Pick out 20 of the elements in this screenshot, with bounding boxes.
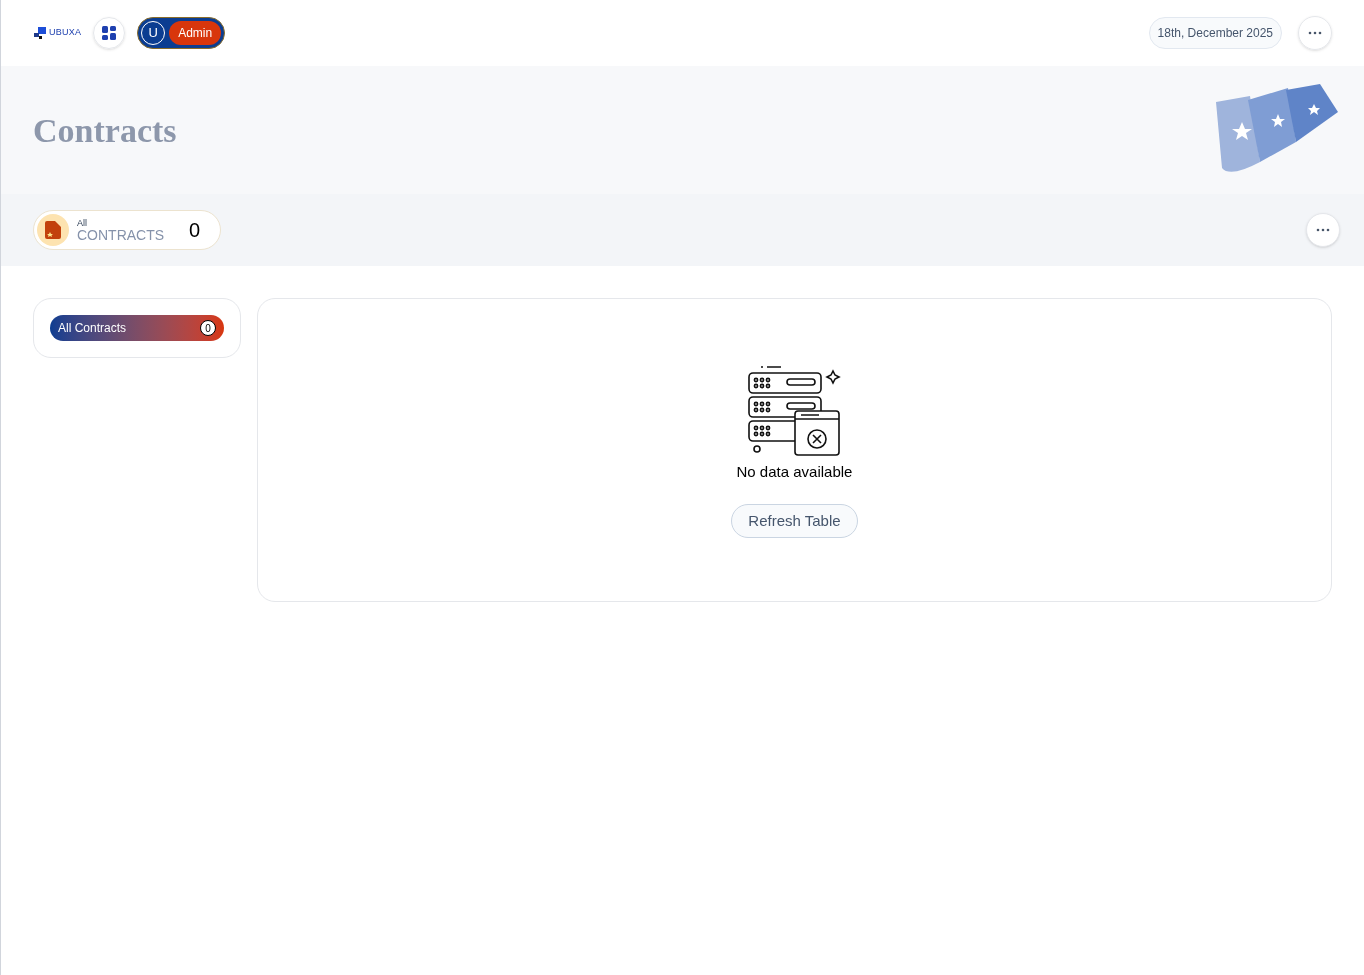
empty-message: No data available xyxy=(736,462,853,482)
more-icon xyxy=(1316,228,1330,232)
more-icon xyxy=(1308,31,1322,35)
page-title: Contracts xyxy=(33,110,177,151)
more-button[interactable] xyxy=(1306,213,1340,247)
role-badge: Admin xyxy=(169,21,222,45)
refresh-button[interactable]: Refresh Table xyxy=(731,503,858,538)
date-chip: 18th, December 2025 xyxy=(1148,17,1282,49)
count-badge: 0 xyxy=(200,320,216,336)
sidebar-tab[interactable]: All Contracts 0 xyxy=(50,315,224,341)
stat-label: CONTRACTS xyxy=(77,227,165,242)
logo[interactable]: UBUXA xyxy=(33,26,82,40)
stat-label-small: All xyxy=(77,218,88,228)
logo-text: UBUXA xyxy=(49,26,82,40)
server-error-icon xyxy=(746,365,843,457)
profile-button[interactable]: U Admin xyxy=(137,17,226,49)
grid-icon xyxy=(102,26,117,40)
stat-count: 0 xyxy=(188,218,200,243)
document-icon xyxy=(45,221,61,239)
logo-icon xyxy=(33,27,47,39)
